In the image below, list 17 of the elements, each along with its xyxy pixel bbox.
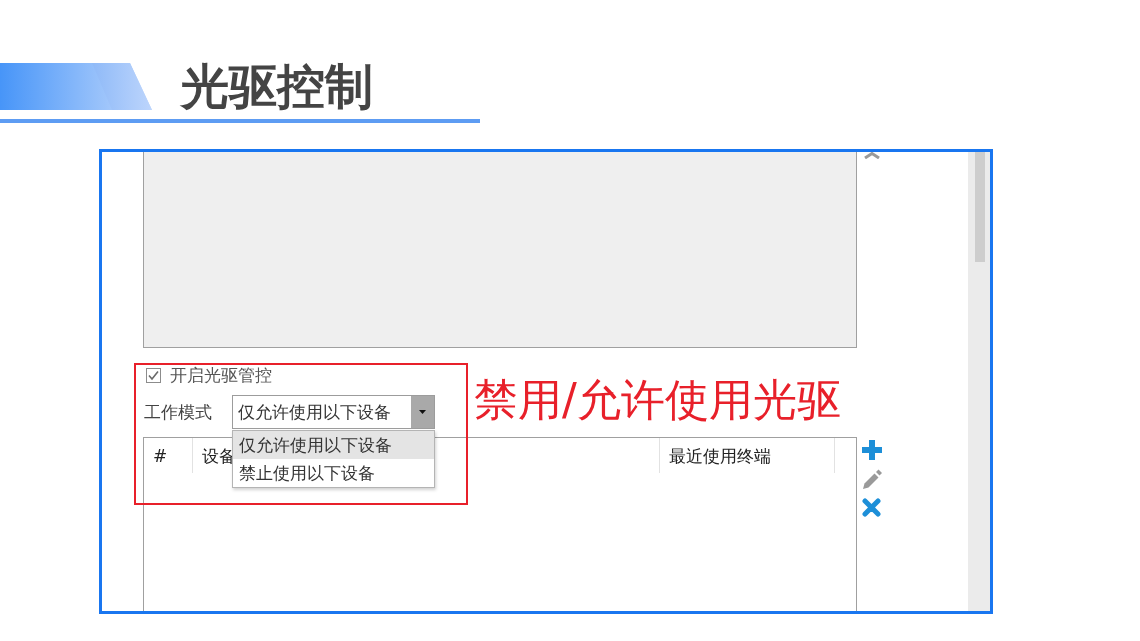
caret-down-icon[interactable]: [411, 396, 434, 428]
pencil-icon[interactable]: [862, 468, 882, 490]
annotation-text: 禁用/允许使用光驱: [474, 377, 841, 423]
column-header: 设备: [202, 445, 236, 466]
checkbox-label: 开启光驱管控: [170, 366, 272, 384]
mode-label: 工作模式: [143, 402, 213, 422]
mode-dropdown[interactable]: 仅允许使用以下设备: [232, 395, 435, 429]
slide-title: 光驱控制: [181, 63, 373, 110]
add-icon[interactable]: [862, 440, 882, 460]
dropdown-option[interactable]: 禁止使用以下设备: [233, 459, 434, 487]
column-header: #: [153, 445, 168, 466]
chevron-up-icon: [863, 152, 881, 159]
column-header: 最近使用终端: [669, 445, 771, 466]
scrollbar-thumb[interactable]: [975, 152, 985, 262]
dropdown-option[interactable]: 仅允许使用以下设备: [233, 431, 434, 459]
checkbox[interactable]: [146, 367, 161, 383]
delete-icon[interactable]: [862, 498, 881, 517]
